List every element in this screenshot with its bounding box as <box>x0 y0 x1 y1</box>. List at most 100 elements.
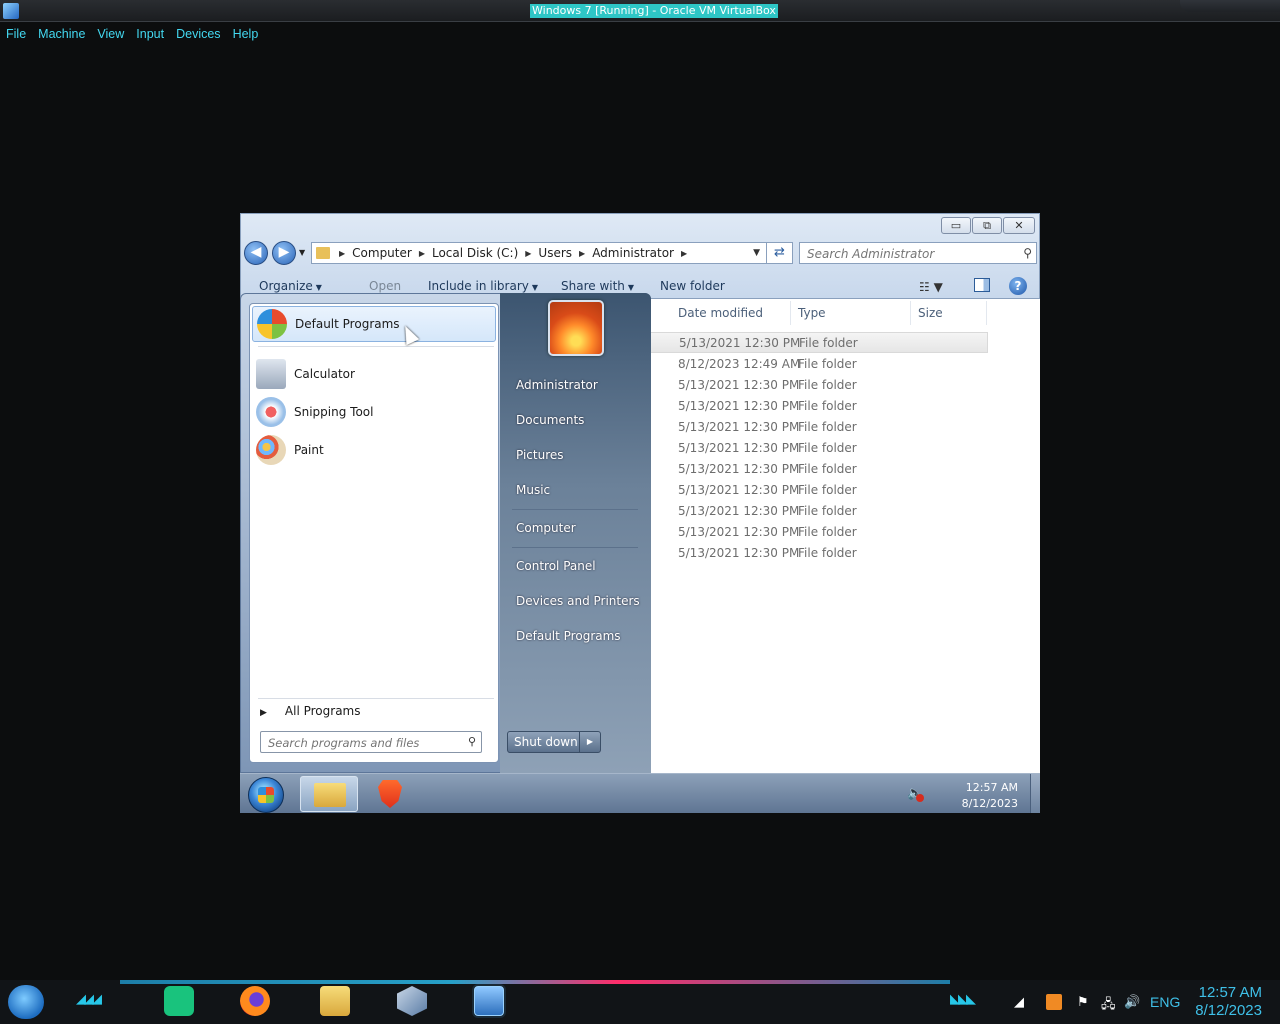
show-desktop-button[interactable] <box>1030 774 1040 813</box>
table-row[interactable]: 5/13/2021 12:30 PM File folder <box>650 458 988 479</box>
host-taskbar-accent <box>120 980 950 984</box>
table-row[interactable]: 5/13/2021 12:30 PM File folder <box>650 521 988 542</box>
open-button[interactable]: Open <box>369 279 401 293</box>
start-search-box[interactable]: ⚲ <box>260 731 482 753</box>
network-icon[interactable]: 🖧 <box>1101 995 1116 1017</box>
taskbar-brave-button[interactable] <box>366 776 424 812</box>
program-paint[interactable]: Paint <box>252 432 496 468</box>
menu-file[interactable]: File <box>0 24 32 46</box>
start-orb-icon[interactable] <box>248 777 284 813</box>
start-item-devices-printers[interactable]: Devices and Printers <box>516 594 640 608</box>
vm-screen: ▭ ⧉ ✕ ◀ ▶ ▼ ▶ Computer ▶ Local Disk (C:)… <box>240 213 1040 813</box>
minimize-button[interactable]: ▭ <box>941 217 971 234</box>
menu-view[interactable]: View <box>91 24 130 46</box>
program-default-programs[interactable]: Default Programs <box>252 306 496 342</box>
windows7-vm-icon[interactable] <box>474 986 504 1016</box>
recent-pages-dropdown[interactable]: ▼ <box>299 248 305 257</box>
breadcrumb-separator[interactable]: ▶ <box>678 249 690 258</box>
row-date: 5/13/2021 12:30 PM <box>678 440 800 455</box>
notes-app-icon[interactable] <box>164 986 194 1016</box>
volume-icon[interactable]: 🔊 <box>1124 995 1140 1010</box>
host-title-corner <box>1180 0 1280 12</box>
language-indicator[interactable]: ENG <box>1150 994 1180 1010</box>
chevron-down-icon: ▼ <box>531 283 539 292</box>
menu-machine[interactable]: Machine <box>32 24 91 46</box>
address-bar[interactable]: ▶ Computer ▶ Local Disk (C:) ▶ Users ▶ A… <box>311 242 767 264</box>
menu-input[interactable]: Input <box>130 24 170 46</box>
row-type: File folder <box>798 482 857 497</box>
host-clock[interactable]: 12:57 AM 8/12/2023 <box>1184 984 1262 1020</box>
breadcrumb-users[interactable]: Users <box>534 246 576 260</box>
change-view-icon[interactable]: ☷ ▼ <box>919 280 943 294</box>
start-item-music[interactable]: Music <box>516 483 550 497</box>
start-item-administrator[interactable]: Administrator <box>516 378 598 392</box>
all-programs-button[interactable]: ▶ All Programs <box>260 704 361 718</box>
firefox-icon[interactable] <box>240 986 270 1016</box>
row-type: File folder <box>798 461 857 476</box>
start-item-control-panel[interactable]: Control Panel <box>516 559 596 573</box>
organize-button[interactable]: Organize ▼ <box>259 279 322 293</box>
breadcrumb-administrator[interactable]: Administrator <box>588 246 678 260</box>
divider <box>258 346 494 347</box>
column-divider[interactable] <box>986 301 987 325</box>
user-picture[interactable] <box>548 300 604 356</box>
muted-badge-icon <box>916 794 924 802</box>
new-folder-button[interactable]: New folder <box>660 279 725 293</box>
host-date: 8/12/2023 <box>1195 1002 1262 1019</box>
search-icon[interactable]: ⚲ <box>1023 246 1032 260</box>
close-button[interactable]: ✕ <box>1003 217 1035 234</box>
column-divider[interactable] <box>790 301 791 325</box>
include-in-library-button[interactable]: Include in library ▼ <box>428 279 538 293</box>
start-item-documents[interactable]: Documents <box>516 413 584 427</box>
table-row[interactable]: 5/13/2021 12:30 PM File folder <box>650 437 988 458</box>
breadcrumb-local-disk[interactable]: Local Disk (C:) <box>428 246 522 260</box>
breadcrumb-computer[interactable]: Computer <box>348 246 416 260</box>
breadcrumb-separator[interactable]: ▶ <box>576 249 588 258</box>
address-dropdown-icon[interactable]: ▼ <box>747 248 766 258</box>
explorer-search-box[interactable]: ⚲ <box>799 242 1037 264</box>
vm-clock[interactable]: 12:57 AM 8/12/2023 <box>958 780 1018 812</box>
paint-icon <box>256 435 286 465</box>
start-search-input[interactable] <box>261 733 457 753</box>
table-row[interactable]: 5/13/2021 12:30 PM File folder <box>650 395 988 416</box>
column-date-modified[interactable]: Date modified <box>678 306 763 320</box>
table-row[interactable]: 5/13/2021 12:30 PM File folder <box>650 479 988 500</box>
start-item-pictures[interactable]: Pictures <box>516 448 564 462</box>
menu-devices[interactable]: Devices <box>170 24 226 46</box>
start-item-default-programs[interactable]: Default Programs <box>516 629 621 643</box>
shut-down-button[interactable]: Shut down <box>508 732 580 752</box>
explorer-search-input[interactable] <box>800 244 1010 264</box>
row-date: 5/13/2021 12:30 PM <box>678 398 800 413</box>
table-row[interactable]: 5/13/2021 12:30 PM File folder <box>650 416 988 437</box>
breadcrumb-separator[interactable]: ▶ <box>522 249 534 258</box>
flag-icon[interactable]: ⚑ <box>1077 995 1089 1010</box>
table-row[interactable]: 5/13/2021 12:30 PM File folder <box>650 374 988 395</box>
forward-button[interactable]: ▶ <box>272 241 296 265</box>
breadcrumb-separator[interactable]: ▶ <box>416 249 428 258</box>
start-item-computer[interactable]: Computer <box>516 521 576 535</box>
host-start-icon[interactable] <box>8 985 44 1019</box>
refresh-icon[interactable]: ⇄ <box>767 242 793 264</box>
help-icon[interactable]: ? <box>1009 277 1027 295</box>
back-button[interactable]: ◀ <box>244 241 268 265</box>
taskbar-explorer-button[interactable] <box>300 776 358 812</box>
tray-app-icon[interactable] <box>1046 994 1062 1010</box>
column-divider[interactable] <box>910 301 911 325</box>
search-icon[interactable]: ⚲ <box>468 735 476 748</box>
column-type[interactable]: Type <box>798 306 826 320</box>
breadcrumb-separator[interactable]: ▶ <box>336 249 348 258</box>
program-snipping-tool[interactable]: Snipping Tool <box>252 394 496 430</box>
tray-decor-icon: ◢ <box>1014 995 1024 1010</box>
table-row[interactable]: 5/13/2021 12:30 PM File folder <box>650 542 988 563</box>
file-manager-icon[interactable] <box>320 986 350 1016</box>
table-row[interactable]: 5/13/2021 12:30 PM File folder <box>650 500 988 521</box>
preview-pane-icon[interactable] <box>974 278 990 292</box>
column-size[interactable]: Size <box>918 306 943 320</box>
shut-down-options-icon[interactable]: ▶ <box>580 732 600 752</box>
program-calculator[interactable]: Calculator <box>252 356 496 392</box>
share-with-button[interactable]: Share with ▼ <box>561 279 634 293</box>
menu-help[interactable]: Help <box>227 24 265 46</box>
table-row[interactable]: 5/13/2021 12:30 PM File folder <box>650 332 988 353</box>
table-row[interactable]: 8/12/2023 12:49 AM File folder <box>650 353 988 374</box>
maximize-button[interactable]: ⧉ <box>972 217 1002 234</box>
